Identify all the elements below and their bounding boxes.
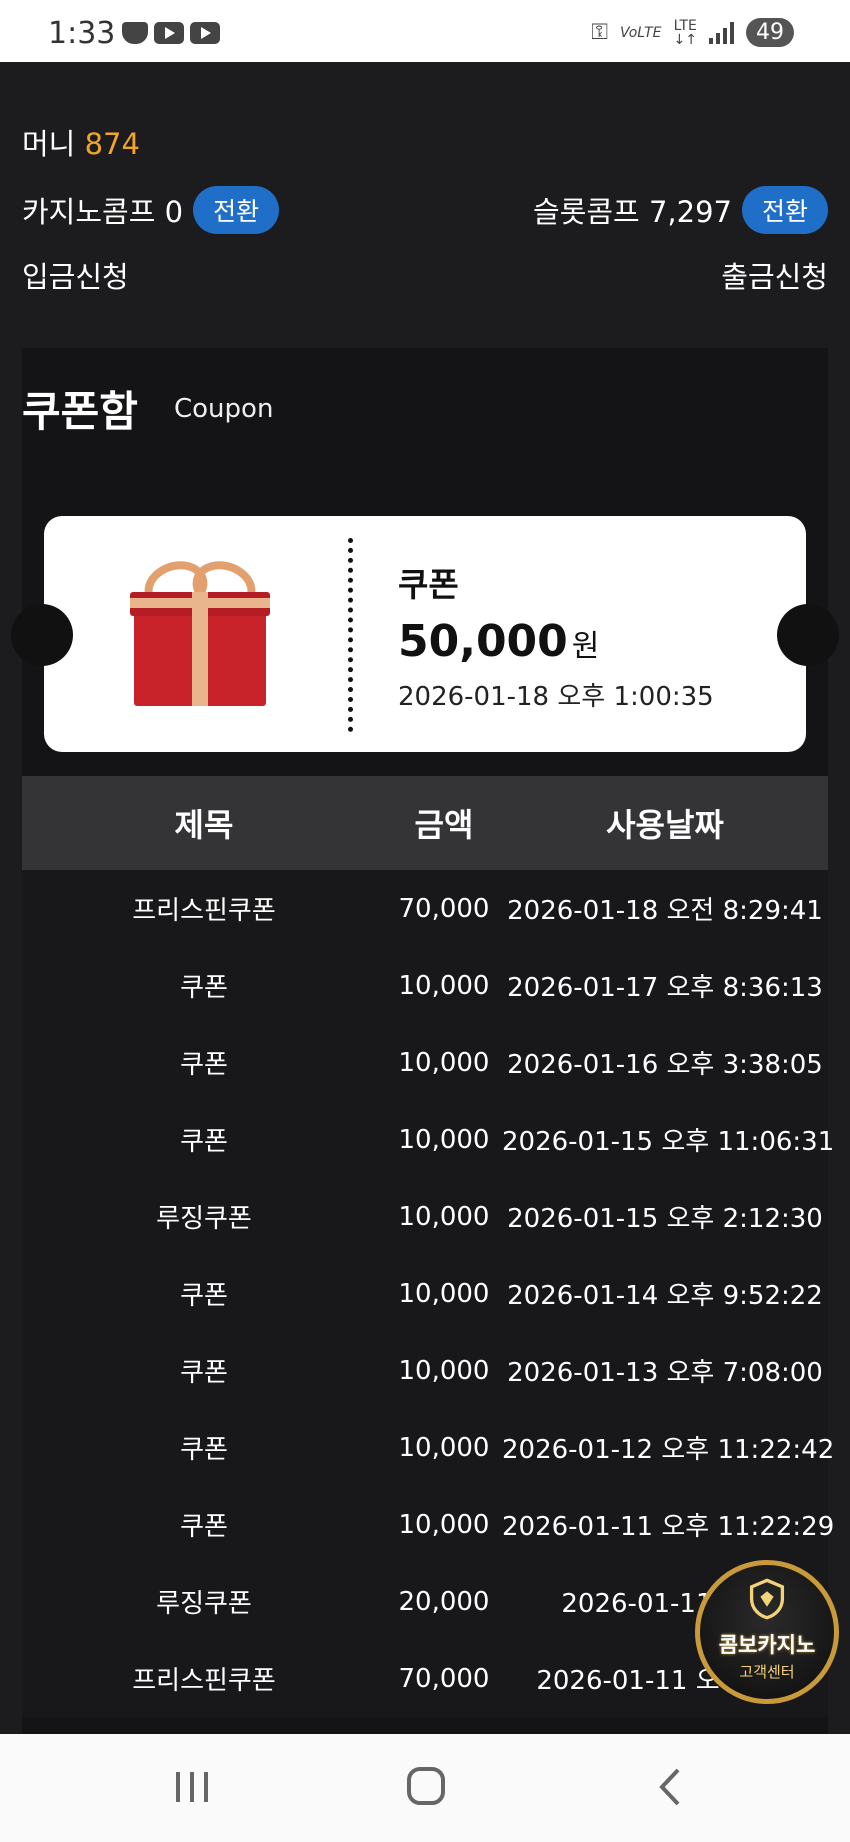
coupon-amount: 50,000 원 — [398, 616, 600, 667]
row-date: 2026-01-14 오후 9:52:22 — [507, 1281, 823, 1311]
navigation-bar — [0, 1734, 850, 1842]
table-row: 쿠폰 10,000 2026-01-13 오후 7:08:00 — [22, 1332, 828, 1409]
table-row: 프리스핀쿠폰 70,000 2026-01-18 오전 8:29:41 — [22, 870, 828, 947]
money-balance: 머니 874 — [22, 121, 140, 163]
header-title: 제목 — [174, 806, 234, 844]
table-row: 쿠폰 10,000 2026-01-14 오후 9:52:22 — [22, 1255, 828, 1332]
volte-indicator: VoLTE — [619, 24, 662, 41]
support-label: 고객센터 — [739, 1663, 795, 1681]
withdraw-link[interactable]: 출금신청 — [721, 254, 828, 296]
coupon-box-subtitle: Coupon — [174, 394, 274, 424]
recent-apps-icon[interactable] — [162, 1762, 222, 1812]
row-date: 2026-01-11 오후 11:22:29 — [502, 1512, 835, 1542]
row-amount: 20,000 — [398, 1586, 490, 1617]
row-amount: 10,000 — [398, 1047, 490, 1078]
ticket-notch-right — [777, 604, 839, 666]
table-row: 쿠폰 10,000 2026-01-16 오후 3:38:05 — [22, 1024, 828, 1101]
row-title: 쿠폰 — [180, 1050, 228, 1080]
status-bar: 1:33 ⚿ VoLTE LTE ↓↑ 49 — [0, 0, 850, 62]
casino-comp: 카지노콤프 0 전환 — [22, 186, 280, 234]
slot-comp-convert-button[interactable]: 전환 — [741, 186, 828, 234]
row-amount: 10,000 — [398, 1355, 490, 1386]
casino-comp-label: 카지노콤프 0 — [22, 195, 184, 229]
row-amount: 10,000 — [398, 1509, 490, 1540]
table-row: 쿠폰 10,000 2026-01-11 오후 11:22:29 — [22, 1486, 835, 1563]
row-date: 2026-01-16 오후 3:38:05 — [507, 1050, 823, 1080]
coupon-history-table: 제목 금액 사용날짜 프리스핀쿠폰 70,000 2026-01-18 오전 8:2… — [22, 776, 835, 1717]
row-amount: 70,000 — [398, 893, 490, 924]
back-icon[interactable] — [640, 1762, 700, 1812]
header-amount: 금액 — [414, 806, 474, 844]
coupon-box-title: 쿠폰함 — [22, 387, 138, 436]
row-date: 2026-01-15 오후 11:06:31 — [502, 1127, 835, 1157]
money-value: 874 — [84, 127, 140, 161]
row-title: 루징쿠폰 — [156, 1589, 252, 1619]
row-amount: 10,000 — [398, 1201, 490, 1232]
coupon-date: 2026-01-18 오후 1:00:35 — [398, 682, 714, 712]
row-amount: 70,000 — [398, 1663, 490, 1694]
lte-indicator: LTE ↓↑ — [673, 17, 697, 48]
coffee-app-icon — [122, 22, 148, 44]
row-title: 루징쿠폰 — [156, 1204, 252, 1234]
signal-icon — [709, 21, 734, 44]
row-amount: 10,000 — [398, 1278, 490, 1309]
row-title: 쿠폰 — [180, 1358, 228, 1388]
row-title: 쿠폰 — [180, 1127, 228, 1157]
row-date: 2026-01-15 오후 2:12:30 — [507, 1204, 823, 1234]
youtube-icon — [190, 22, 220, 44]
home-icon[interactable] — [396, 1762, 456, 1812]
battery-indicator: 49 — [746, 18, 794, 47]
system-indicators: ⚿ VoLTE LTE ↓↑ 49 — [591, 18, 794, 47]
notification-icons — [122, 22, 220, 44]
ticket-notch-left — [11, 604, 73, 666]
table-header: 제목 금액 사용날짜 — [22, 776, 828, 870]
table-row: 쿠폰 10,000 2026-01-15 오후 11:06:31 — [22, 1101, 835, 1178]
row-date: 2026-01-17 오후 8:36:13 — [507, 973, 823, 1003]
header-date: 사용날짜 — [606, 806, 724, 844]
customer-center-button[interactable]: 콤보카지노 고객센터 — [695, 1560, 839, 1704]
row-amount: 10,000 — [398, 1432, 490, 1463]
support-brand-name: 콤보카지노 — [718, 1633, 816, 1657]
deposit-link[interactable]: 입금신청 — [22, 254, 129, 296]
row-date: 2026-01-13 오후 7:08:00 — [507, 1358, 823, 1388]
gift-box-icon — [130, 553, 270, 708]
vpn-key-icon: ⚿ — [591, 20, 608, 45]
row-title: 프리스핀쿠폰 — [132, 1666, 276, 1696]
row-amount: 10,000 — [398, 970, 490, 1001]
slot-comp: 슬롯콤프 7,297 전환 — [533, 186, 828, 234]
coupon-card[interactable]: 쿠폰 50,000 원 2026-01-18 오후 1:00:35 — [11, 516, 839, 752]
row-title: 쿠폰 — [180, 973, 228, 1003]
table-row: 루징쿠폰 10,000 2026-01-15 오후 2:12:30 — [22, 1178, 828, 1255]
row-title: 쿠폰 — [180, 1435, 228, 1465]
youtube-icon — [154, 22, 184, 44]
comp-row: 카지노콤프 0 전환 슬롯콤프 7,297 전환 — [22, 182, 828, 234]
slot-comp-label: 슬롯콤프 7,297 — [533, 195, 732, 229]
coupon-panel: 쿠폰함 Coupon 쿠폰 50,000 원 2026-01-18 오후 1:00… — [11, 348, 839, 1798]
casino-comp-convert-button[interactable]: 전환 — [193, 186, 280, 234]
row-amount: 10,000 — [398, 1124, 490, 1155]
table-row: 쿠폰 10,000 2026-01-17 오후 8:36:13 — [22, 947, 828, 1024]
row-title: 쿠폰 — [180, 1281, 228, 1311]
row-date: 2026-01-12 오후 11:22:42 — [502, 1435, 835, 1465]
money-label: 머니 — [22, 127, 76, 161]
shield-icon — [749, 1578, 785, 1620]
coupon-name: 쿠폰 — [398, 565, 459, 604]
table-row: 쿠폰 10,000 2026-01-12 오후 11:22:42 — [22, 1409, 835, 1486]
row-title: 쿠폰 — [180, 1512, 228, 1542]
ticket-divider — [348, 538, 353, 732]
row-title: 프리스핀쿠폰 — [132, 896, 276, 926]
status-time: 1:33 — [48, 16, 116, 51]
row-date: 2026-01-18 오전 8:29:41 — [507, 896, 823, 926]
